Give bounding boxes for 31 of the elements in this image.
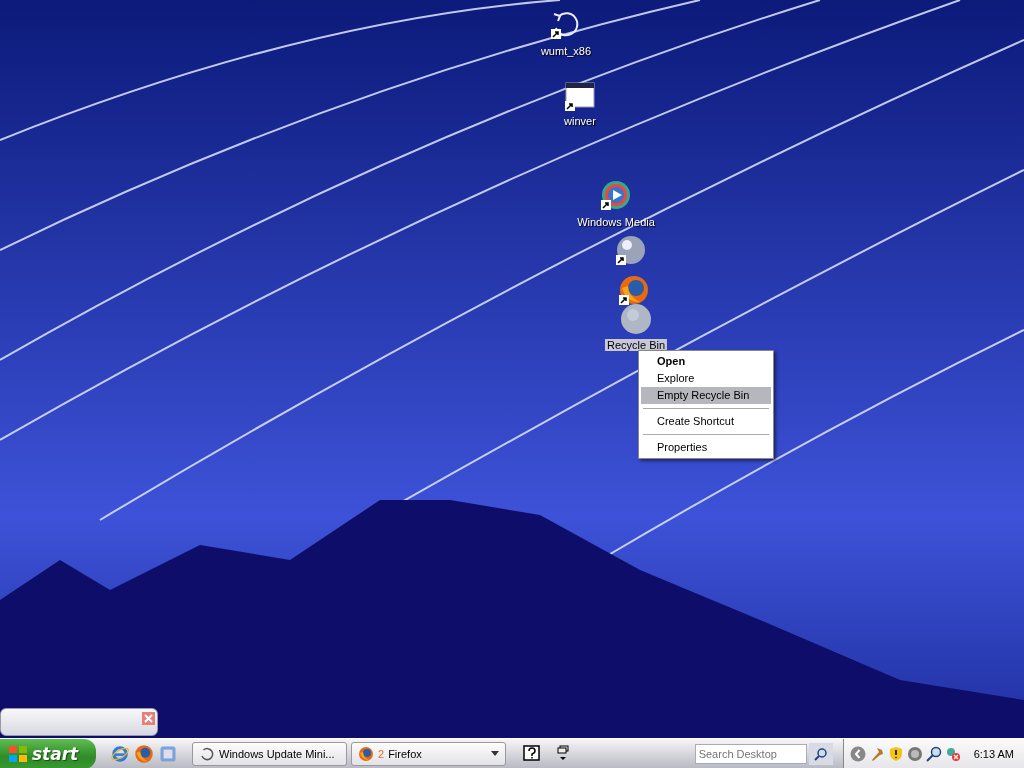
network-icon[interactable]: [944, 746, 961, 762]
play-icon[interactable]: [600, 179, 632, 211]
shield-icon[interactable]: [887, 746, 904, 762]
clock: 6:13 AM: [973, 748, 1014, 760]
icon-label[interactable]: winver: [562, 115, 598, 127]
icon-label[interactable]: Recycle Bin: [604, 339, 668, 351]
search-icon: [813, 747, 828, 761]
search-field[interactable]: Search Desktop: [694, 744, 807, 764]
chevron-icon[interactable]: [849, 746, 866, 762]
menu-item[interactable]: Explore: [641, 370, 771, 387]
fox-globe-icon: [358, 746, 374, 762]
ball-icon[interactable]: [615, 234, 647, 266]
search-button[interactable]: [808, 743, 833, 765]
close-icon[interactable]: [142, 712, 155, 725]
search-icon[interactable]: [925, 746, 942, 762]
help-icon[interactable]: [522, 744, 542, 764]
menu-item[interactable]: Open: [641, 353, 771, 370]
icon-label[interactable]: wumt_x86: [538, 45, 594, 57]
menu-item[interactable]: Empty Recycle Bin: [641, 387, 771, 404]
menu-item[interactable]: Properties: [641, 439, 771, 456]
fox-globe-icon[interactable]: [134, 744, 154, 764]
flag-icon: [8, 745, 28, 763]
refresh-icon: [199, 746, 215, 762]
bin-icon[interactable]: [620, 303, 652, 335]
globe-icon[interactable]: [110, 744, 130, 764]
task-button[interactable]: 2 Firefox: [351, 742, 506, 766]
window-icon[interactable]: [564, 80, 596, 112]
fox-globe-icon[interactable]: [618, 274, 650, 306]
menu-item[interactable]: Create Shortcut: [641, 413, 771, 430]
start-button[interactable]: start: [0, 739, 96, 768]
task-button[interactable]: Windows Update Mini...: [192, 742, 347, 766]
